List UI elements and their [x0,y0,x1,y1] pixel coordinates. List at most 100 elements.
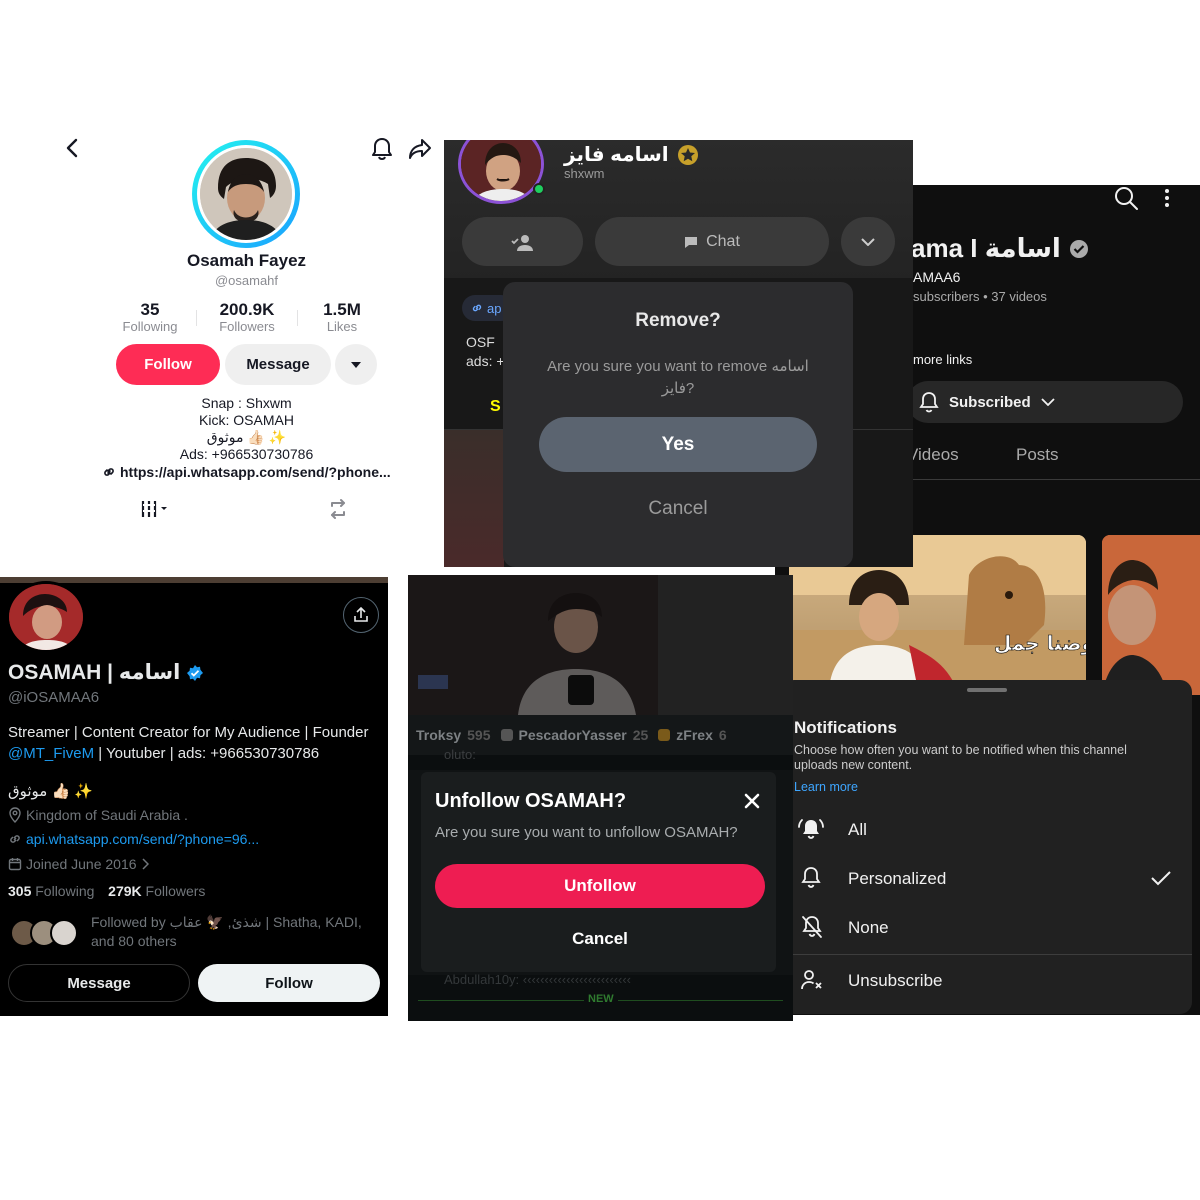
video-thumbnail[interactable] [1102,535,1200,695]
more-dropdown-button[interactable] [841,217,895,266]
link-icon [10,835,20,843]
stream-video[interactable] [408,575,793,715]
more-vertical-icon[interactable] [1163,187,1179,211]
avatar[interactable] [6,581,86,653]
bio-line: OSF [466,334,495,350]
unsubscribe-button[interactable]: Unsubscribe [782,958,1192,1004]
option-label: All [848,820,867,839]
suggested-accounts-button[interactable] [335,344,377,385]
kick-stream-panel: Troksy 595 PescadorYasser 25 zFrex 6 oluto:… [408,575,793,1021]
verified-check-icon [1069,239,1088,258]
display-name: OSAMAH | اسامه [8,661,181,684]
followers-label[interactable]: Followers [146,883,206,899]
learn-more-link[interactable]: Learn more [794,780,858,794]
following-count[interactable]: 305 [8,883,31,899]
cancel-button[interactable]: Cancel [539,484,817,534]
followed-by-text: Followed by شذئ, 🦅 عقاب | Shatha, KADI, … [91,914,362,949]
message-button[interactable]: Message [225,344,331,385]
follow-button[interactable]: Follow [116,344,220,385]
story-thumbnail[interactable] [444,430,504,567]
tab-videos[interactable]: Videos [907,445,959,465]
star-badge-icon [677,144,698,165]
reposts-tab[interactable] [326,498,350,520]
leaderboard-item[interactable]: Troksy 595 [416,727,491,743]
checkmark-icon [1151,871,1171,886]
joined-text: Joined June 2016 [26,856,137,872]
new-messages-divider: NEW [584,993,618,1005]
share-arrow-icon[interactable] [406,135,434,163]
verified-text: موثوق 👍🏻 ✨ [8,783,94,800]
divider [196,310,197,326]
back-chevron-icon[interactable] [60,136,84,160]
dialog-title: Unfollow OSAMAH? [435,790,627,812]
likes-count: 1.5M [323,300,361,319]
option-none[interactable]: None [782,906,1192,950]
link-icon [472,304,482,312]
confirm-yes-button[interactable]: Yes [539,417,817,472]
divider [297,310,298,326]
drag-handle[interactable] [967,688,1007,692]
profile-handle: @osamahf [214,273,279,288]
channel-meta: subscribers • 37 videos [913,289,1047,304]
followed-by-avatars[interactable] [10,917,84,949]
tab-partial[interactable]: S [490,398,501,416]
joined-date[interactable]: Joined June 2016 [8,856,149,872]
tiktok-profile-panel: Osamah Fayez @osamahf 35 Following 200.9… [40,120,440,570]
thumbnail-text: روضنا جمل [994,631,1086,655]
location-pin-icon [9,807,21,823]
bio-link-text: https://api.whatsapp.com/send/?phone... [120,464,391,480]
chat-label: Chat [706,232,740,250]
bio: Streamer | Content Creator for My Audien… [8,722,383,764]
videos-tab[interactable] [140,498,172,520]
snapchat-profile-panel: اسامه فايز shxwm Chat ap OSF ads: + S Re… [444,140,913,567]
remove-friend-dialog: Remove? Are you sure you want to remove … [503,282,853,567]
message-button[interactable]: Message [8,964,190,1002]
search-icon[interactable] [1113,185,1141,213]
tab-posts[interactable]: Posts [1016,445,1059,465]
chevron-down-icon [861,237,875,246]
badge-icon [500,729,513,741]
followers-count[interactable]: 279K [108,883,141,899]
badge-icon [658,729,671,741]
cancel-button[interactable]: Cancel [435,919,765,959]
bio-mention-link[interactable]: @MT_FiveM [8,745,94,762]
follow-button[interactable]: Follow [198,964,380,1002]
subscribed-button[interactable]: Subscribed [907,381,1183,423]
option-all[interactable]: All [782,808,1192,852]
leader-name: zFrex [676,727,713,743]
friend-status-button[interactable] [462,217,583,266]
bell-icon[interactable] [368,135,396,163]
followers-count[interactable]: 200.9K [202,300,292,320]
unfollow-button[interactable]: Unfollow [435,864,765,908]
bio-line: ads: + [466,353,505,369]
notifications-sheet: Notifications Choose how often you want … [782,680,1192,1014]
option-personalized[interactable]: Personalized [782,856,1192,902]
bell-ringing-icon [798,819,824,839]
avatar[interactable] [200,148,292,240]
following-count[interactable]: 35 [110,300,190,320]
location-text: Kingdom of Saudi Arabia . [26,807,188,823]
chat-bubble-icon [685,236,698,248]
upload-share-icon [354,607,368,622]
bio-link[interactable]: https://api.whatsapp.com/send/?phone... [102,464,402,480]
following-label[interactable]: Following [35,883,94,899]
leaderboard-item[interactable]: PescadorYasser 25 [500,727,648,743]
dialog-body: Are you sure you want to remove اسامه فا… [547,358,809,397]
bio-line: Kick: OSAMAH [199,412,294,428]
close-icon[interactable] [739,788,765,814]
online-indicator [533,183,545,195]
chat-message: Abdullah10y: ‹‹‹‹‹‹‹‹‹‹‹‹‹‹‹‹‹‹‹‹‹‹‹‹‹ [444,972,632,987]
location: Kingdom of Saudi Arabia . [8,807,188,823]
more-links[interactable]: more links [913,352,972,367]
profile-link[interactable]: api.whatsapp.com/send/?phone=96... [8,831,259,847]
share-button[interactable] [343,597,379,633]
chat-button[interactable]: Chat [595,217,829,266]
leader-count: 595 [467,727,491,743]
option-label: None [848,918,889,937]
bio-line: موثوق 👍🏻 ✨ [206,429,287,445]
profile-link-text: api.whatsapp.com/send/?phone=96... [26,831,260,847]
likes-label: Likes [326,319,358,334]
channel-handle: AMAA6 [913,269,961,285]
bio-line: Streamer | Content Creator for My Audien… [8,724,369,741]
leaderboard-item[interactable]: zFrex 6 [658,727,727,743]
